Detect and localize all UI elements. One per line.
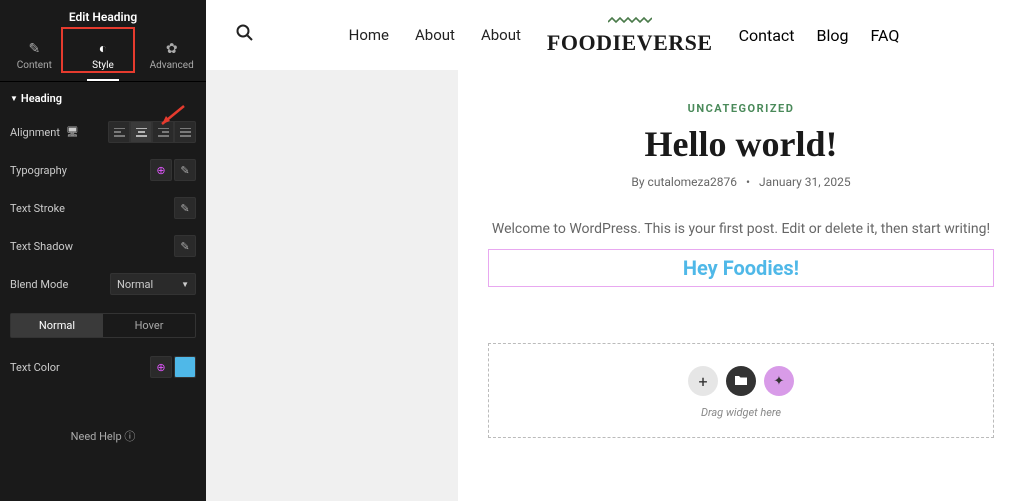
- sparkle-icon: ✦: [774, 374, 785, 389]
- dropzone[interactable]: + ✦ Drag widget here: [488, 343, 994, 438]
- ai-button[interactable]: ✦: [764, 366, 794, 396]
- post-category[interactable]: UNCATEGORIZED: [488, 102, 994, 115]
- state-hover[interactable]: Hover: [103, 314, 195, 337]
- folder-icon: [735, 374, 747, 389]
- nav-contact[interactable]: Contact: [739, 26, 795, 45]
- alignment-label: Alignment: [10, 126, 60, 139]
- brand[interactable]: FOODIEVERSE: [547, 14, 713, 56]
- caret-down-icon: ▼: [10, 94, 18, 103]
- edit-icon[interactable]: ✎: [174, 235, 196, 257]
- nav-about[interactable]: About: [415, 26, 455, 44]
- plus-icon: +: [698, 372, 707, 391]
- panel-title: Edit Heading: [0, 0, 206, 30]
- help-icon: ⓘ: [124, 430, 135, 443]
- heading-widget[interactable]: Hey Foodies!: [488, 249, 994, 287]
- zigzag-icon: [547, 14, 713, 30]
- text-stroke-label: Text Stroke: [10, 202, 65, 215]
- heading-text: Hey Foodies!: [489, 256, 993, 280]
- post-date: January 31, 2025: [759, 175, 851, 189]
- edit-icon[interactable]: ✎: [174, 197, 196, 219]
- tab-content[interactable]: ✎ Content: [0, 30, 69, 81]
- globe-icon[interactable]: ⊕: [150, 356, 172, 378]
- text-shadow-label: Text Shadow: [10, 240, 73, 253]
- align-left[interactable]: [108, 121, 130, 143]
- edit-icon[interactable]: ✎: [174, 159, 196, 181]
- section-heading[interactable]: ▼ Heading: [10, 82, 196, 113]
- tab-advanced[interactable]: ✿ Advanced: [137, 30, 206, 81]
- blend-mode-label: Blend Mode: [10, 278, 68, 291]
- drop-label: Drag widget here: [489, 406, 993, 419]
- text-color-swatch[interactable]: [174, 356, 196, 378]
- blend-mode-select[interactable]: Normal ▼: [110, 273, 196, 295]
- post-meta: By cutalomeza2876 • January 31, 2025: [488, 175, 994, 189]
- align-justify[interactable]: [174, 121, 196, 143]
- align-center[interactable]: [130, 121, 152, 143]
- globe-icon[interactable]: ⊕: [150, 159, 172, 181]
- nav-home[interactable]: Home: [349, 26, 389, 44]
- post-author[interactable]: cutalomeza2876: [648, 175, 737, 189]
- align-right[interactable]: [152, 121, 174, 143]
- contrast-icon: ◐: [69, 40, 138, 58]
- nav-faq[interactable]: FAQ: [870, 26, 899, 45]
- chevron-down-icon: ▼: [181, 280, 189, 289]
- welcome-text: Welcome to WordPress. This is your first…: [488, 221, 994, 237]
- alignment-buttons: [108, 121, 196, 143]
- gear-icon: ✿: [137, 40, 206, 58]
- post-title: Hello world!: [488, 123, 994, 165]
- help-link[interactable]: Need Help ⓘ: [10, 428, 196, 444]
- nav-about2[interactable]: About: [481, 26, 521, 44]
- text-color-label: Text Color: [10, 361, 60, 374]
- pencil-icon: ✎: [0, 40, 69, 58]
- search-icon[interactable]: [236, 24, 254, 47]
- typography-label: Typography: [10, 164, 67, 177]
- tab-style[interactable]: ◐ Style: [69, 30, 138, 81]
- desktop-icon[interactable]: 🖥: [66, 127, 79, 138]
- add-widget-button[interactable]: +: [688, 366, 718, 396]
- state-normal[interactable]: Normal: [11, 314, 103, 337]
- nav-blog[interactable]: Blog: [817, 26, 849, 45]
- folder-button[interactable]: [726, 366, 756, 396]
